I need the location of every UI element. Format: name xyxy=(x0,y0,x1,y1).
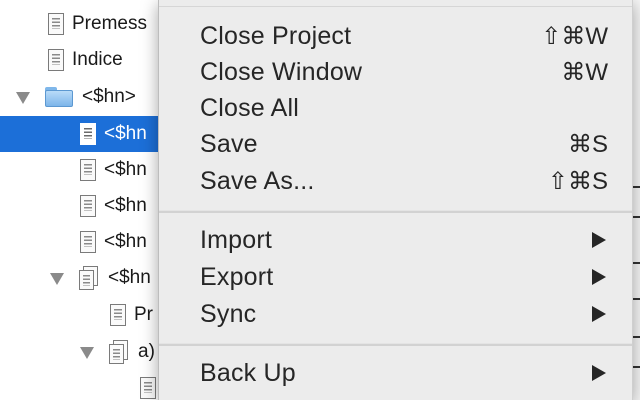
menu-item-save-as[interactable]: Save As... ⇧⌘S xyxy=(159,163,632,199)
disclosure-triangle-icon[interactable] xyxy=(80,347,94,359)
binder-item-label: <$hn> xyxy=(82,86,136,107)
menu-item-shortcut: ⌘W xyxy=(561,58,608,86)
menu-item-export[interactable]: Export xyxy=(159,259,632,295)
menu-item-label: Back Up xyxy=(200,358,296,387)
binder-item-label: <$hn xyxy=(104,123,147,144)
binder-item[interactable]: <$hn xyxy=(0,152,175,188)
file-menu: Close Project ⇧⌘W Close Window ⌘W Close All S… xyxy=(158,0,633,400)
submenu-arrow-icon xyxy=(592,306,606,322)
folder-icon xyxy=(44,86,74,108)
binder-item-label: Indice xyxy=(72,49,123,70)
menu-item-close-window[interactable]: Close Window ⌘W xyxy=(159,54,632,90)
binder-item[interactable]: <$hn> xyxy=(0,79,175,115)
document-stack-icon xyxy=(78,266,100,290)
menu-item-save[interactable]: Save ⌘S xyxy=(159,126,632,162)
menu-item-close-project[interactable]: Close Project ⇧⌘W xyxy=(159,18,632,54)
document-icon xyxy=(48,13,64,35)
binder-item[interactable]: <$hn xyxy=(0,188,175,224)
binder-outline: Premess Indice <$hn> <$hn <$hn <$hn <$hn <$hn Pr… xyxy=(0,0,176,400)
menu-item-label: Save As... xyxy=(200,166,315,195)
menu-item-shortcut: ⇧⌘W xyxy=(541,22,608,50)
binder-item[interactable]: Pr xyxy=(0,297,175,333)
menu-top-edge xyxy=(159,6,632,7)
binder-item[interactable]: <$hn xyxy=(0,116,175,152)
binder-item[interactable]: Premess xyxy=(0,6,175,42)
binder-item-label: a) xyxy=(138,341,155,362)
document-icon xyxy=(80,159,96,181)
document-stack-icon xyxy=(108,340,130,364)
menu-item-label: Import xyxy=(200,225,273,254)
binder-item-label: <$hn xyxy=(104,231,147,252)
menu-separator xyxy=(159,343,632,346)
menu-item-close-all[interactable]: Close All xyxy=(159,90,632,126)
document-icon xyxy=(110,304,126,326)
binder-item-label: <$hn xyxy=(104,159,147,180)
binder-item[interactable]: Indice xyxy=(0,42,175,78)
binder-item-label: <$hn xyxy=(108,267,151,288)
menu-item-shortcut: ⌘S xyxy=(567,130,608,158)
submenu-arrow-icon xyxy=(592,269,606,285)
menu-item-import[interactable]: Import xyxy=(159,222,632,258)
menu-item-label: Save xyxy=(200,129,258,158)
binder-item-label: Pr xyxy=(134,304,153,325)
menu-separator xyxy=(159,210,632,213)
menu-item-sync[interactable]: Sync xyxy=(159,296,632,332)
menu-item-back-up[interactable]: Back Up xyxy=(159,355,632,391)
binder-item[interactable] xyxy=(0,370,175,400)
document-icon xyxy=(80,231,96,253)
menu-item-label: Close Window xyxy=(200,57,363,86)
document-icon xyxy=(80,195,96,217)
document-icon xyxy=(48,49,64,71)
menu-item-label: Sync xyxy=(200,299,257,328)
document-icon xyxy=(80,123,96,145)
submenu-arrow-icon xyxy=(592,365,606,381)
binder-item[interactable]: a) xyxy=(0,334,175,370)
menu-item-shortcut: ⇧⌘S xyxy=(547,167,608,195)
menu-item-label: Close Project xyxy=(200,21,352,50)
disclosure-triangle-icon[interactable] xyxy=(50,273,64,285)
disclosure-triangle-icon[interactable] xyxy=(16,92,30,104)
submenu-arrow-icon xyxy=(592,232,606,248)
binder-item-label: Premess xyxy=(72,13,147,34)
binder-item-label: <$hn xyxy=(104,195,147,216)
document-icon xyxy=(140,377,156,399)
binder-item[interactable]: <$hn xyxy=(0,260,175,296)
menu-item-label: Close All xyxy=(200,93,300,122)
binder-item[interactable]: <$hn xyxy=(0,224,175,260)
menu-item-label: Export xyxy=(200,262,274,291)
